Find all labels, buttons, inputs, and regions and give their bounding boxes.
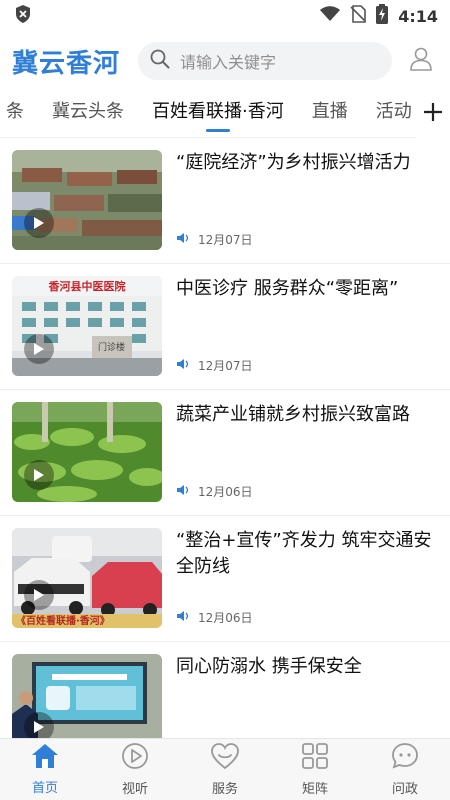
- no-sim-icon: [350, 5, 367, 27]
- plus-icon: [424, 103, 442, 125]
- shield-icon: [14, 4, 32, 28]
- audio-icon: [176, 232, 190, 247]
- news-list: “庭院经济”为乡村振兴增活力 12月07日 香河县中医医院 门诊楼 中医诊疗 服…: [0, 138, 450, 752]
- tab-baixing-lianbo[interactable]: 百姓看联播·香河: [138, 90, 298, 138]
- home-icon: [31, 743, 59, 773]
- status-bar: 4:14: [0, 0, 450, 32]
- news-date: 12月07日: [198, 233, 253, 247]
- play-icon: [24, 460, 54, 490]
- nav-services[interactable]: 服务: [180, 739, 270, 800]
- news-title: “庭院经济”为乡村振兴增活力: [176, 152, 411, 173]
- nav-label: 服务: [211, 782, 238, 797]
- search-icon: [150, 49, 170, 73]
- news-thumbnail: [12, 150, 162, 250]
- grid-icon: [301, 742, 329, 774]
- audio-icon: [176, 610, 190, 625]
- play-icon: [24, 208, 54, 238]
- tab-partial[interactable]: 条: [0, 90, 38, 138]
- play-icon: [24, 334, 54, 364]
- status-time: 4:14: [398, 6, 438, 26]
- nav-label: 问政: [391, 782, 418, 797]
- nav-home[interactable]: 首页: [0, 739, 90, 800]
- nav-matrix[interactable]: 矩阵: [270, 739, 360, 800]
- chat-icon: [391, 742, 419, 774]
- search-input[interactable]: 请输入关键字: [138, 42, 392, 80]
- add-channel-button[interactable]: [416, 90, 450, 138]
- news-thumbnail: 香河县中医医院 门诊楼: [12, 276, 162, 376]
- news-title: 中医诊疗 服务群众“零距离”: [176, 278, 399, 299]
- news-title: “整治+宣传”齐发力 筑牢交通安全防线: [176, 530, 432, 577]
- news-title: 蔬菜产业铺就乡村振兴致富路: [176, 404, 410, 425]
- nav-label: 视听: [121, 782, 148, 797]
- battery-charging-icon: [376, 4, 389, 28]
- wifi-icon: [320, 6, 341, 26]
- program-caption: 《百姓看联播·香河》: [16, 616, 110, 627]
- nav-label: 矩阵: [301, 782, 328, 797]
- hospital-sign-text: 门诊楼: [98, 343, 126, 353]
- audio-icon: [176, 484, 190, 499]
- news-date: 12月07日: [198, 359, 253, 373]
- play-icon: [24, 580, 54, 610]
- user-profile-button[interactable]: [406, 46, 436, 76]
- audio-icon: [176, 358, 190, 373]
- news-title: 同心防溺水 携手保安全: [176, 656, 362, 677]
- news-item[interactable]: 同心防溺水 携手保安全: [0, 642, 450, 752]
- app-header: 冀云香河 请输入关键字: [0, 32, 450, 90]
- news-item[interactable]: 香河县中医医院 门诊楼 中医诊疗 服务群众“零距离” 12月07日: [0, 264, 450, 390]
- channel-tabs: 条 冀云头条 百姓看联播·香河 直播 活动: [0, 90, 450, 138]
- heart-icon: [210, 742, 240, 774]
- news-date: 12月06日: [198, 611, 253, 625]
- news-item[interactable]: 蔬菜产业铺就乡村振兴致富路 12月06日: [0, 390, 450, 516]
- news-thumbnail: 《百姓看联播·香河》: [12, 528, 162, 628]
- nav-audiovisual[interactable]: 视听: [90, 739, 180, 800]
- tab-jiyun-headlines[interactable]: 冀云头条: [38, 90, 138, 138]
- nav-inquiry[interactable]: 问政: [360, 739, 450, 800]
- news-date: 12月06日: [198, 485, 253, 499]
- app-logo: 冀云香河: [12, 48, 121, 79]
- bottom-nav: 首页 视听 服务 矩阵 问政: [0, 738, 450, 800]
- nav-label: 首页: [31, 781, 58, 796]
- play-circle-icon: [121, 742, 149, 774]
- news-item[interactable]: 《百姓看联播·香河》 “整治+宣传”齐发力 筑牢交通安全防线 12月06日: [0, 516, 450, 642]
- news-thumbnail: [12, 402, 162, 502]
- search-placeholder: 请输入关键字: [180, 53, 277, 72]
- news-item[interactable]: “庭院经济”为乡村振兴增活力 12月07日: [0, 138, 450, 264]
- user-icon: [410, 47, 432, 75]
- hospital-banner-text: 香河县中医医院: [48, 280, 126, 293]
- tab-live[interactable]: 直播: [298, 90, 362, 138]
